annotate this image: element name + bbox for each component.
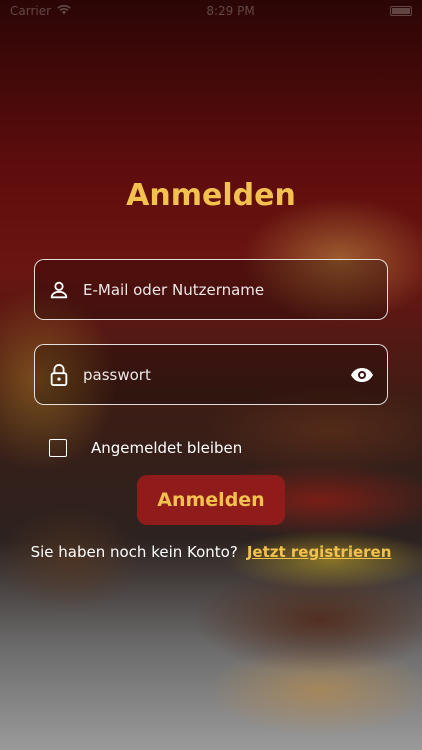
status-bar: Carrier 8:29 PM <box>0 0 422 22</box>
lock-icon <box>35 363 83 387</box>
login-button[interactable]: Anmelden <box>137 475 285 525</box>
remember-me-checkbox[interactable] <box>49 439 67 457</box>
username-field[interactable] <box>34 259 388 320</box>
register-link[interactable]: Jetzt registrieren <box>247 543 392 561</box>
register-prompt: Sie haben noch kein Konto? <box>30 543 238 561</box>
wifi-icon <box>57 4 71 18</box>
username-input[interactable] <box>83 260 387 319</box>
battery-icon <box>390 6 412 16</box>
remember-me-label: Angemeldet bleiben <box>91 439 243 457</box>
password-field[interactable] <box>34 344 388 405</box>
password-input[interactable] <box>83 345 337 404</box>
page-title: Anmelden <box>126 178 296 213</box>
remember-me-row: Angemeldet bleiben <box>49 439 242 457</box>
eye-icon[interactable] <box>337 367 387 383</box>
time-label: 8:29 PM <box>206 4 255 18</box>
register-row: Sie haben noch kein Konto? Jetzt registr… <box>0 543 422 561</box>
user-icon <box>35 279 83 301</box>
carrier-label: Carrier <box>10 4 52 18</box>
